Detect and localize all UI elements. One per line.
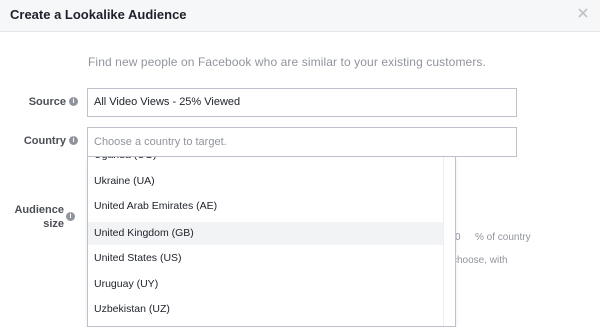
country-input[interactable]: Choose a country to target. [87, 127, 517, 157]
dialog-title: Create a Lookalike Audience [10, 7, 187, 22]
dropdown-option-highlighted[interactable]: United Kingdom (GB) [88, 222, 443, 245]
country-dropdown[interactable]: Uganda (UG) Ukraine (UA) United Arab Emi… [87, 157, 456, 327]
dialog-header: Create a Lookalike Audience [0, 0, 600, 32]
source-input[interactable]: All Video Views - 25% Viewed [87, 88, 517, 117]
help-icon[interactable]: i [66, 212, 75, 221]
audience-size-label-line2: size [43, 218, 64, 230]
audience-size-label-line1: Audience [14, 204, 64, 216]
dropdown-option[interactable]: Uruguay (UY) [88, 273, 443, 296]
audience-size-unit: % of country [475, 232, 531, 243]
dropdown-option[interactable]: Uzbekistan (UZ) [88, 298, 443, 321]
country-label-text: Country [23, 135, 66, 147]
lookalike-audience-dialog: Create a Lookalike Audience Find new peo… [0, 0, 600, 327]
country-label: Country i [14, 135, 78, 147]
source-label-text: Source [28, 96, 66, 108]
intro-text: Find new people on Facebook who are simi… [88, 55, 486, 69]
dropdown-option[interactable]: Ukraine (UA) [88, 170, 443, 193]
source-label: Source i [20, 96, 78, 108]
help-icon[interactable]: i [69, 135, 78, 145]
help-icon[interactable]: i [69, 96, 78, 106]
audience-size-label: Audience size [10, 203, 64, 231]
dropdown-scrollbar[interactable] [443, 157, 455, 326]
dropdown-option[interactable]: United States (US) [88, 247, 443, 270]
dropdown-option-partial[interactable]: Uganda (UG) [88, 157, 443, 167]
close-icon[interactable] [576, 6, 590, 20]
audience-size-hint-partial: choose, with [452, 255, 508, 266]
dropdown-option[interactable]: United Arab Emirates (AE) [88, 195, 443, 218]
